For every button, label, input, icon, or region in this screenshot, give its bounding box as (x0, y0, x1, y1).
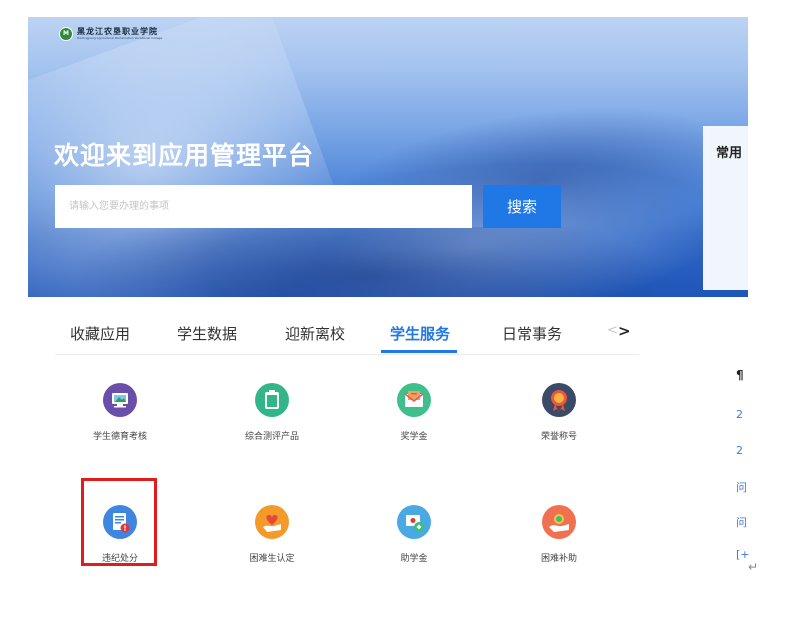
page-title: 欢迎来到应用管理平台 (54, 141, 315, 170)
card-icon (397, 505, 431, 539)
notice-icon: ¶ (736, 368, 744, 382)
app-label: 助学金 (400, 554, 428, 564)
app-label: 困难生认定 (249, 554, 295, 564)
category-tabs: 收藏应用 学生数据 迎新离校 学生服务 日常事务 < > (55, 310, 639, 355)
list-item[interactable]: 问 (736, 514, 747, 530)
app-grant[interactable]: 助学金 (354, 505, 474, 564)
common-apps-card: 常用 (703, 126, 748, 290)
app-label: 综合测评产品 (244, 432, 299, 442)
app-label: 学生德育考核 (92, 432, 147, 442)
app-moral-assessment[interactable]: 学生德育考核 (60, 383, 180, 442)
app-label: 困难补助 (540, 554, 577, 564)
tab-daily-affairs[interactable]: 日常事务 (502, 323, 562, 344)
logo-emblem-icon: M (59, 27, 73, 41)
logo-name: 黑龙江农垦职业学院 (77, 26, 158, 36)
list-item[interactable]: 问 (736, 479, 747, 495)
college-logo[interactable]: M 黑龙江农垦职业学院 Heilongjiang Agricultural Re… (59, 27, 162, 41)
list-item[interactable]: 2 (736, 408, 743, 421)
hero-banner: M 黑龙江农垦职业学院 Heilongjiang Agricultural Re… (28, 17, 748, 297)
heart-hand-icon (255, 505, 289, 539)
search-button[interactable]: 搜索 (483, 185, 561, 228)
highlight-box (81, 478, 157, 566)
monitor-icon (103, 383, 137, 417)
app-label: 荣誉称号 (540, 432, 577, 442)
envelope-icon (397, 383, 431, 417)
medal-icon (542, 383, 576, 417)
search-input[interactable] (55, 185, 472, 228)
tab-next-arrow-icon[interactable]: > (618, 322, 631, 340)
logo-text: 黑龙江农垦职业学院 Heilongjiang Agricultural Recl… (77, 26, 163, 41)
app-hardship-identification[interactable]: 困难生认定 (212, 505, 332, 564)
active-tab-indicator (381, 350, 457, 353)
return-arrow-icon: ↵ (748, 560, 759, 574)
app-honors[interactable]: 荣誉称号 (499, 383, 619, 442)
tab-student-services[interactable]: 学生服务 (390, 323, 450, 344)
tab-enrollment[interactable]: 迎新离校 (285, 323, 345, 344)
app-comprehensive-evaluation[interactable]: 综合测评产品 (212, 383, 332, 442)
tab-prev-arrow-icon[interactable]: < (607, 323, 618, 338)
common-apps-title: 常用 (716, 146, 743, 161)
banner-decoration (68, 227, 668, 297)
app-label: 奖学金 (400, 432, 428, 442)
tab-favorites[interactable]: 收藏应用 (70, 323, 130, 344)
app-hardship-subsidy[interactable]: 困难补助 (499, 505, 619, 564)
tab-student-data[interactable]: 学生数据 (177, 323, 237, 344)
list-item[interactable]: 2 (736, 444, 743, 457)
app-scholarship[interactable]: 奖学金 (354, 383, 474, 442)
clipboard-icon (255, 383, 289, 417)
logo-subtitle: Heilongjiang Agricultural Reclamation Vo… (77, 36, 163, 40)
coin-hand-icon (542, 505, 576, 539)
